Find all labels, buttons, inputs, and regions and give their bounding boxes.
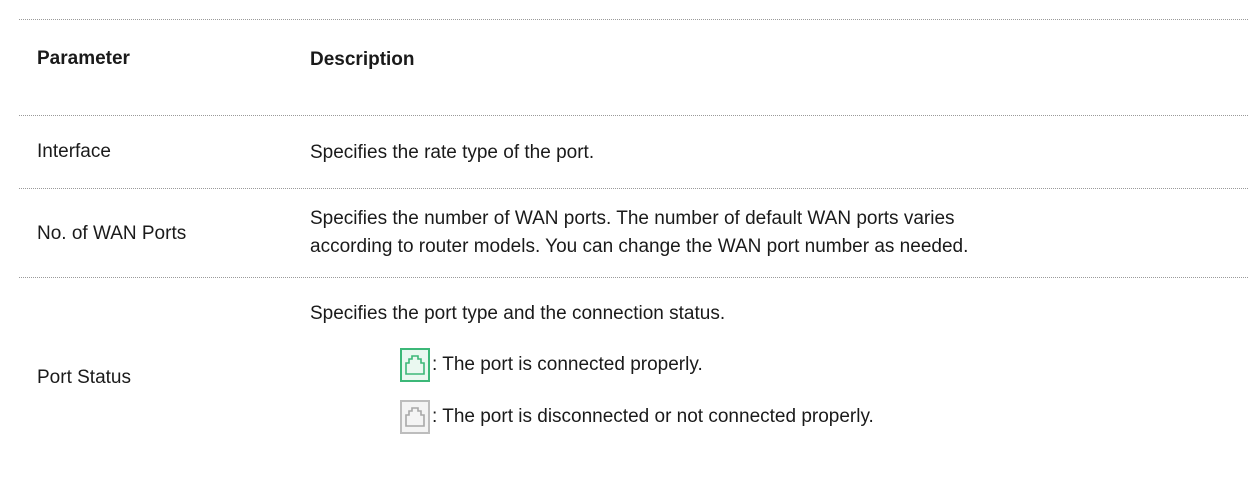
header-description: Description	[310, 49, 415, 70]
param-wan-ports: No. of WAN Ports	[37, 223, 187, 244]
port-connected-icon	[400, 348, 430, 382]
parameter-table: Parameter Description Interface Specifie…	[19, 0, 1248, 479]
status-connected-text: : The port is connected properly.	[432, 354, 703, 375]
param-port-status: Port Status	[37, 367, 131, 388]
desc-wan-ports-line-1: Specifies the number of WAN ports. The n…	[310, 208, 955, 229]
desc-port-status-intro: Specifies the port type and the connecti…	[310, 303, 726, 324]
desc-port-status: Specifies the port type and the connecti…	[310, 300, 1248, 436]
param-interface: Interface	[37, 141, 111, 162]
desc-wan-ports-line-2: according to router models. You can chan…	[310, 236, 969, 257]
table-header-row: Parameter Description	[19, 19, 1248, 116]
status-connected-line: : The port is connected properly.	[310, 346, 1248, 384]
status-disconnected-line: : The port is disconnected or not connec…	[310, 398, 1248, 436]
table-row: Port Status Specifies the port type and …	[19, 278, 1248, 479]
table-row: No. of WAN Ports Specifies the number of…	[19, 189, 1248, 278]
desc-interface: Specifies the rate type of the port.	[310, 142, 595, 163]
header-parameter: Parameter	[37, 48, 130, 69]
port-disconnected-icon	[400, 400, 430, 434]
table-row: Interface Specifies the rate type of the…	[19, 116, 1248, 189]
desc-wan-ports: Specifies the number of WAN ports. The n…	[310, 205, 1248, 261]
status-disconnected-text: : The port is disconnected or not connec…	[432, 406, 874, 427]
